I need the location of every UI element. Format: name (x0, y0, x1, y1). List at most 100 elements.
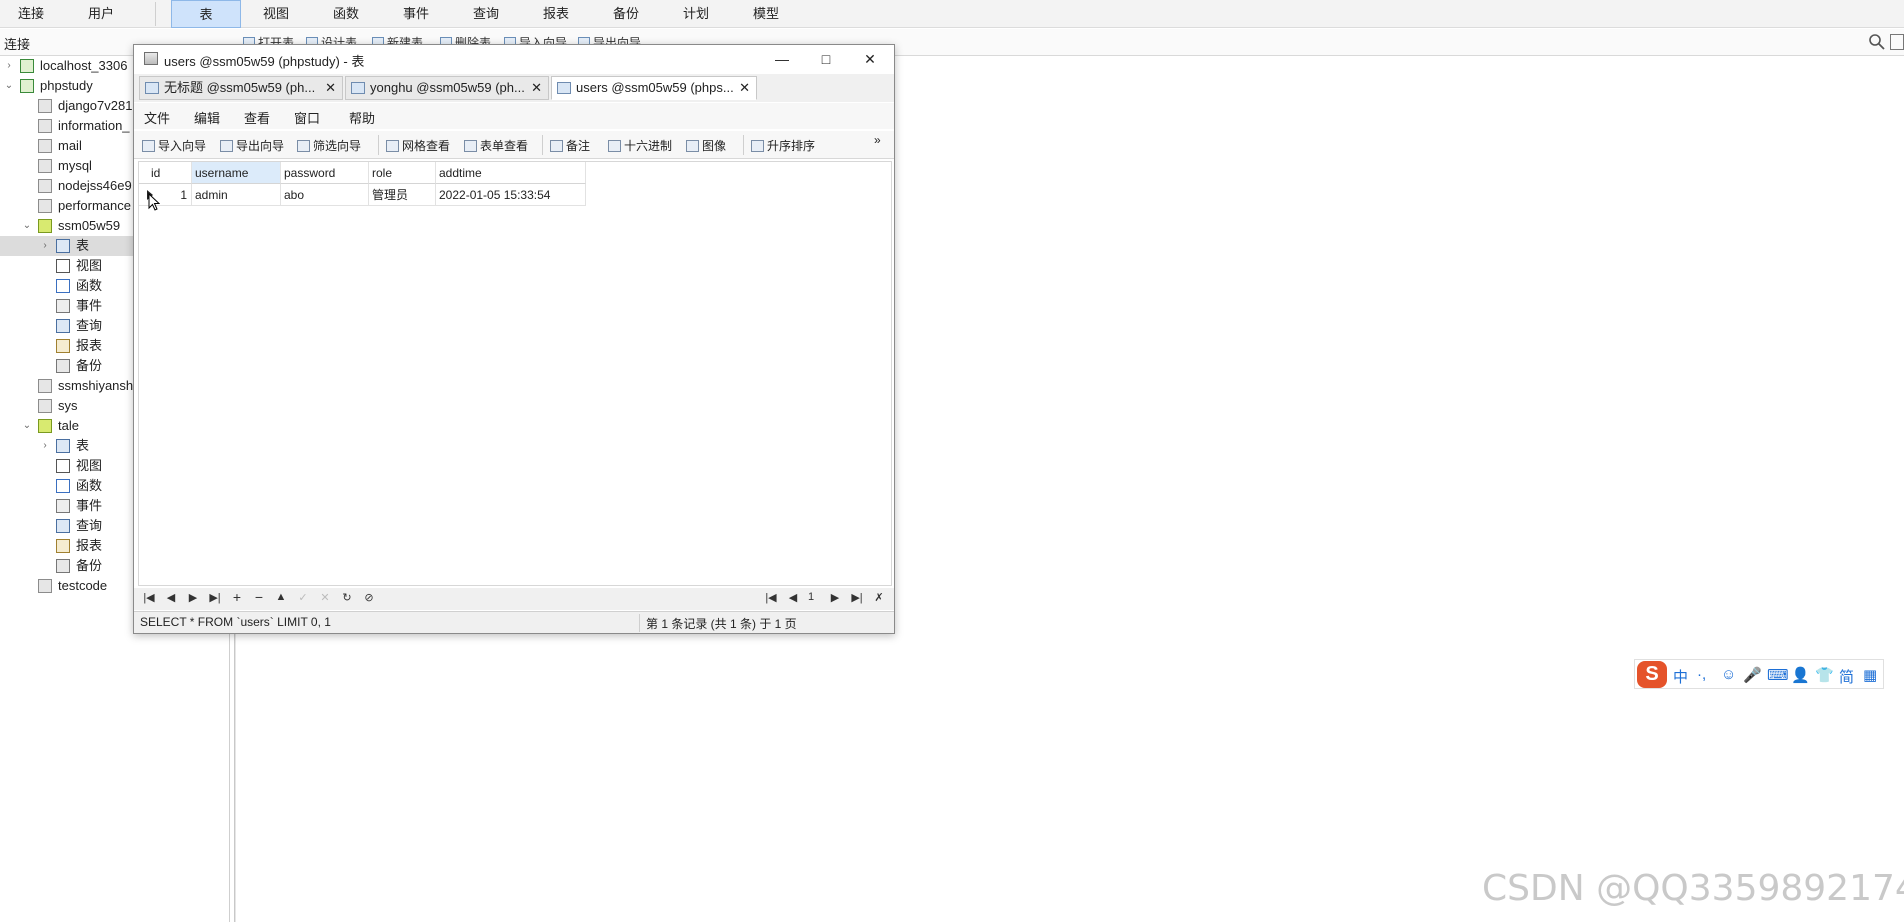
close-icon[interactable]: ✕ (848, 47, 892, 71)
ime-chinese-mode-icon[interactable]: 中 (1673, 666, 1688, 687)
grid-view-button[interactable]: 网格查看 (386, 137, 450, 154)
chevron-right-icon[interactable]: › (4, 56, 14, 76)
export-wizard-button[interactable]: 导出向导 (220, 137, 284, 154)
hex-label: 十六进制 (624, 139, 673, 153)
add-record-icon[interactable]: + (230, 589, 244, 605)
menu-edit[interactable]: 编辑 (194, 108, 220, 127)
image-icon (686, 140, 699, 152)
toolbar-event-button[interactable]: 事件 (383, 0, 449, 28)
chevron-right-icon[interactable]: › (40, 436, 50, 456)
memo-label: 备注 (566, 139, 591, 153)
image-button[interactable]: 图像 (686, 137, 726, 154)
last-page-icon[interactable]: ▶| (850, 591, 864, 604)
menu-view[interactable]: 查看 (244, 108, 270, 127)
ime-emoji-icon[interactable]: ☺ (1721, 666, 1736, 683)
memo-button[interactable]: 备注 (550, 137, 590, 154)
search-icon[interactable] (1868, 33, 1886, 51)
toolbar-user-button[interactable]: 用户 (70, 0, 132, 28)
apply-changes-icon[interactable]: ▲ (274, 591, 288, 603)
tab-users[interactable]: users @ssm05w59 (phps... ✕ (551, 76, 757, 100)
previous-record-icon[interactable]: ◀ (164, 591, 178, 604)
tab-yonghu[interactable]: yonghu @ssm05w59 (ph... ✕ (345, 76, 549, 100)
first-page-icon[interactable]: |◀ (764, 591, 778, 604)
chevron-down-icon[interactable]: ⌄ (22, 216, 32, 236)
form-view-label: 表单查看 (480, 139, 529, 153)
data-grid[interactable]: id username password role addtime 1 admi… (138, 161, 892, 586)
column-header-role[interactable]: role (369, 162, 436, 184)
delete-record-icon[interactable]: − (252, 589, 266, 605)
column-header-password[interactable]: password (281, 162, 369, 184)
ime-account-icon[interactable]: 👤 (1791, 666, 1810, 684)
column-header-id[interactable]: id (139, 162, 192, 184)
toolbar-backup-button[interactable]: 备份 (593, 0, 659, 28)
cancel-edit-icon[interactable]: ✕ (318, 591, 332, 604)
close-tab-icon[interactable]: ✕ (531, 77, 542, 99)
last-record-icon[interactable]: ▶| (208, 591, 222, 604)
form-view-button[interactable]: 表单查看 (464, 137, 528, 154)
column-header-addtime[interactable]: addtime (436, 162, 586, 184)
sql-statement: SELECT * FROM `users` LIMIT 0, 1 (140, 615, 331, 629)
import-wizard-button[interactable]: 导入向导 (142, 137, 206, 154)
cell-id[interactable]: 1 (139, 184, 192, 206)
ime-toolbox-icon[interactable]: ▦ (1863, 666, 1877, 684)
database-icon (38, 119, 52, 133)
chevron-right-icon[interactable]: › (40, 236, 50, 256)
refresh-icon[interactable]: ↻ (340, 591, 354, 604)
ime-skin-icon[interactable]: 👕 (1815, 666, 1834, 684)
discard-changes-icon[interactable]: ✓ (296, 591, 310, 604)
chevron-down-icon[interactable]: ⌄ (4, 76, 14, 96)
toolbar-schedule-button[interactable]: 计划 (663, 0, 729, 28)
export-icon (220, 140, 233, 152)
ime-simplified-icon[interactable]: 简 (1839, 666, 1854, 687)
database-icon (38, 99, 52, 113)
previous-page-icon[interactable]: ◀ (786, 591, 800, 604)
limit-settings-icon[interactable]: ✗ (872, 591, 886, 604)
menu-file[interactable]: 文件 (144, 108, 170, 127)
hex-button[interactable]: 十六进制 (608, 137, 672, 154)
toolbar-model-button[interactable]: 模型 (733, 0, 799, 28)
status-divider (639, 614, 640, 632)
toolbar-query-button[interactable]: 查询 (453, 0, 519, 28)
ime-punctuation-icon[interactable]: ·, (1697, 666, 1706, 683)
ime-voice-icon[interactable]: 🎤 (1743, 666, 1762, 684)
minimize-icon[interactable]: — (760, 47, 804, 71)
column-header-username[interactable]: username (192, 162, 281, 184)
menu-window[interactable]: 窗口 (294, 108, 320, 127)
window-titlebar[interactable]: users @ssm05w59 (phpstudy) - 表 — □ ✕ (134, 45, 894, 73)
menu-help[interactable]: 帮助 (349, 108, 375, 127)
toolbar-divider (155, 2, 156, 26)
page-number[interactable]: 1 (802, 591, 820, 603)
toolbar-function-button[interactable]: 函数 (313, 0, 379, 28)
toolbar-overflow-icon[interactable]: » (874, 133, 881, 147)
tab-untitled[interactable]: 无标题 @ssm05w59 (ph... ✕ (139, 76, 343, 100)
next-page-icon[interactable]: ▶ (828, 591, 842, 604)
tree-node-label: 视图 (76, 258, 103, 273)
toolbar-view-button[interactable]: 视图 (243, 0, 309, 28)
ime-keyboard-icon[interactable]: ⌨ (1767, 666, 1789, 684)
database-icon (38, 379, 52, 393)
stop-icon[interactable]: ⊘ (362, 591, 376, 604)
next-record-icon[interactable]: ▶ (186, 591, 200, 604)
toolbar-report-button[interactable]: 报表 (523, 0, 589, 28)
maximize-icon[interactable]: □ (804, 47, 848, 71)
first-record-icon[interactable]: |◀ (142, 591, 156, 604)
tree-node-label: sys (58, 398, 78, 413)
filter-wizard-button[interactable]: 筛选向导 (297, 137, 361, 154)
cell-password[interactable]: abo (281, 184, 369, 206)
cell-role[interactable]: 管理员 (369, 184, 436, 206)
cell-username[interactable]: admin (192, 184, 281, 206)
sogou-logo-icon[interactable]: S (1637, 661, 1667, 688)
toolbar-divider (743, 135, 744, 155)
grid-view-icon[interactable] (1890, 34, 1904, 50)
close-tab-icon[interactable]: ✕ (739, 77, 750, 99)
toolbar-table-button[interactable]: 表 (171, 0, 241, 28)
function-icon (56, 279, 70, 293)
tree-node-label: nodejss46e9 (58, 178, 132, 193)
toolbar-connect-button[interactable]: 连接 (0, 0, 62, 28)
cell-addtime[interactable]: 2022-01-05 15:33:54 (436, 184, 586, 206)
form-icon (464, 140, 477, 152)
database-open-icon (38, 419, 52, 433)
chevron-down-icon[interactable]: ⌄ (22, 416, 32, 436)
close-tab-icon[interactable]: ✕ (325, 77, 336, 99)
sort-ascending-button[interactable]: 升序排序 (751, 137, 815, 154)
